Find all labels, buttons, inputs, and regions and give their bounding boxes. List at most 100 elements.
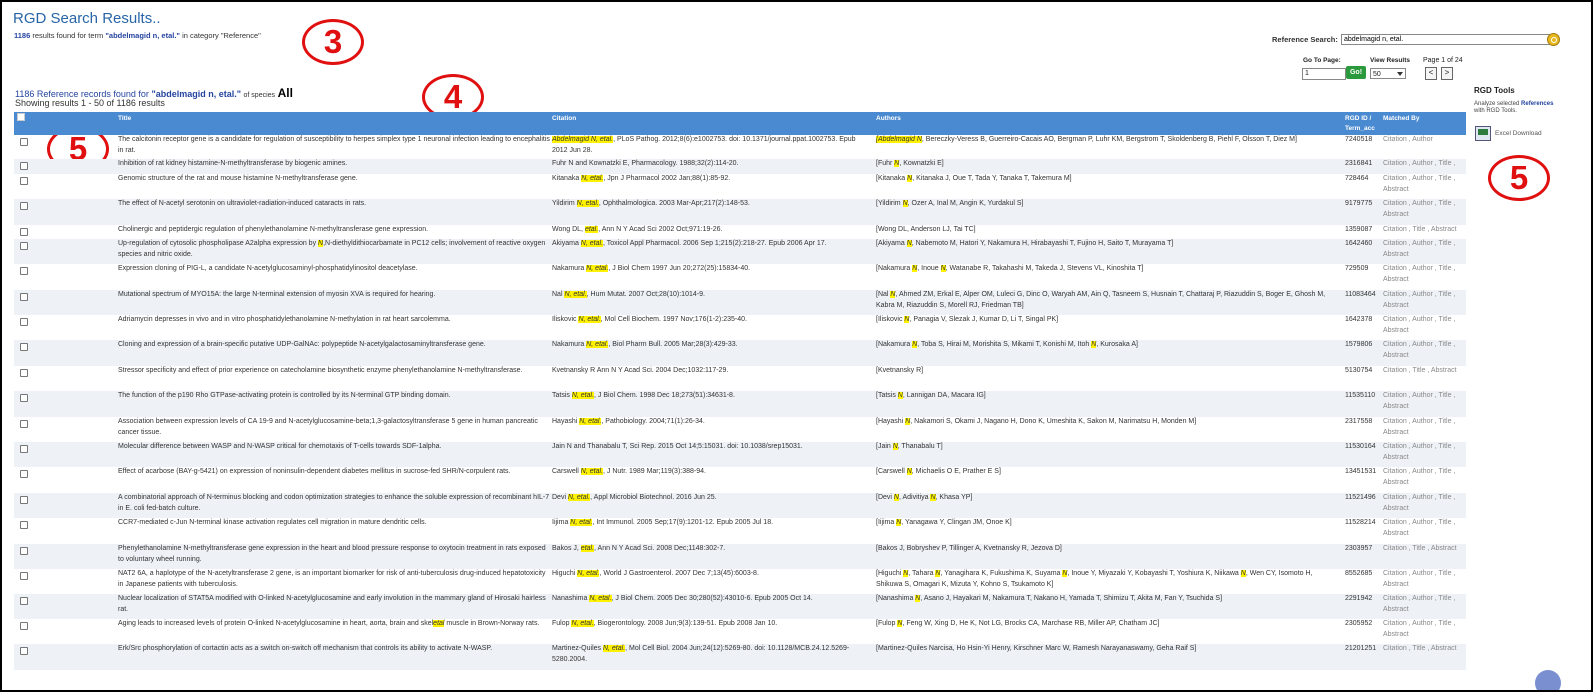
column-matched-by[interactable]: Matched By — [1383, 115, 1419, 122]
reference-title-link[interactable]: Genomic structure of the rat and mouse h… — [118, 174, 550, 185]
reference-title-link[interactable]: Molecular difference between WASP and N-… — [118, 442, 550, 453]
reference-authors: [Iijima N, Yanagawa Y, Clingan JM, Onoe … — [876, 519, 1012, 526]
matched-by: Citation , Author , Title , Abstract — [1383, 468, 1456, 486]
reference-citation: Akiyama N, etal., Toxicol Appl Pharmacol… — [552, 240, 827, 247]
rgd-id-link[interactable]: 11521496 — [1345, 493, 1383, 504]
search-highlight: N — [912, 341, 918, 348]
prev-page-button[interactable]: < — [1425, 67, 1437, 80]
reference-title-link[interactable]: The function of the p190 Rho GTPase-acti… — [118, 391, 550, 402]
search-highlight: N — [894, 160, 900, 167]
goto-page-input[interactable]: 1 — [1302, 68, 1346, 80]
column-rgd-id[interactable]: RGD ID / — [1345, 115, 1371, 122]
reference-authors: [Devi N, Adivitiya N, Khasa YP] — [876, 494, 973, 501]
callout-badge: 5 — [1488, 155, 1550, 201]
select-all-checkbox[interactable] — [17, 113, 25, 121]
rgd-id-link[interactable]: 728464 — [1345, 174, 1383, 185]
column-title[interactable]: Title — [118, 115, 131, 122]
reference-title-link[interactable]: Mutational spectrum of MYO15A: the large… — [118, 290, 550, 301]
matched-by: Citation , Title , Abstract — [1383, 645, 1457, 652]
rgd-id-link[interactable]: 729509 — [1345, 264, 1383, 275]
reference-citation: Yildirim N, etal., Ophthalmologica. 2003… — [552, 200, 750, 207]
row-checkbox[interactable] — [20, 647, 28, 655]
view-results-value: 50 — [1373, 71, 1381, 78]
row-checkbox[interactable] — [20, 597, 28, 605]
search-highlight: N — [906, 468, 912, 475]
reference-title-link[interactable]: A combinatorial approach of N-terminus b… — [118, 493, 550, 514]
row-checkbox[interactable] — [20, 445, 28, 453]
rgd-id-link[interactable]: 13451531 — [1345, 467, 1383, 478]
row-checkbox[interactable] — [20, 267, 28, 275]
rgd-id-link[interactable]: 11528214 — [1345, 518, 1383, 529]
reference-title-link[interactable]: Effect of acarbose (BAY-g-5421) on expre… — [118, 467, 550, 478]
rgd-id-link[interactable]: 11535110 — [1345, 391, 1383, 402]
rgd-id-link[interactable]: 5130754 — [1345, 366, 1383, 377]
column-authors[interactable]: Authors — [876, 115, 901, 122]
reference-title-link[interactable]: Cloning and expression of a brain-specif… — [118, 340, 550, 351]
reference-title-link[interactable]: Inhibition of rat kidney histamine-N-met… — [118, 159, 550, 170]
row-checkbox[interactable] — [20, 318, 28, 326]
row-checkbox[interactable] — [20, 420, 28, 428]
row-checkbox[interactable] — [20, 202, 28, 210]
reference-title-link[interactable]: Adriamycin depresses in vivo and in vitr… — [118, 315, 550, 326]
go-button[interactable]: Go! — [1346, 66, 1366, 79]
reference-title-link[interactable]: CCR7-mediated c-Jun N-terminal kinase ac… — [118, 518, 550, 529]
row-checkbox[interactable] — [20, 470, 28, 478]
rgd-id-link[interactable]: 1642460 — [1345, 239, 1383, 250]
table-row: Phenylethanolamine N-methyltransferase g… — [14, 544, 1466, 569]
reference-title-link[interactable]: Cholinergic and peptidergic regulation o… — [118, 225, 550, 236]
rgd-id-link[interactable]: 2316841 — [1345, 159, 1383, 170]
search-icon[interactable] — [1547, 33, 1560, 46]
chat-help-icon[interactable] — [1535, 670, 1561, 690]
references-link[interactable]: References — [1521, 101, 1553, 107]
reference-title-link[interactable]: Phenylethanolamine N-methyltransferase g… — [118, 544, 550, 565]
rgd-id-link[interactable]: 1359087 — [1345, 225, 1383, 236]
rgd-id-link[interactable]: 2317558 — [1345, 417, 1383, 428]
rgd-id-link[interactable]: 21201251 — [1345, 644, 1383, 655]
search-highlight: N, etal. — [581, 175, 604, 182]
search-highlight: N, etal. — [570, 519, 593, 526]
row-checkbox[interactable] — [20, 138, 28, 146]
rgd-id-link[interactable]: 9179775 — [1345, 199, 1383, 210]
column-citation[interactable]: Citation — [552, 115, 576, 122]
row-checkbox[interactable] — [20, 496, 28, 504]
next-page-button[interactable]: > — [1441, 67, 1453, 80]
row-checkbox[interactable] — [20, 162, 28, 170]
reference-title-link[interactable]: Up-regulation of cytosolic phospholipase… — [118, 239, 550, 260]
row-checkbox[interactable] — [20, 369, 28, 377]
reference-title-link[interactable]: Stressor specificity and effect of prior… — [118, 366, 550, 377]
rgd-id-link[interactable]: 11083464 — [1345, 290, 1383, 301]
page-indicator: Page 1 of 24 — [1423, 57, 1463, 64]
reference-title-link[interactable]: The effect of N-acetyl serotonin on ultr… — [118, 199, 550, 210]
row-checkbox[interactable] — [20, 177, 28, 185]
row-checkbox[interactable] — [20, 293, 28, 301]
reference-search-input[interactable]: abdelmagid n, etal. — [1341, 34, 1553, 45]
rgd-id-link[interactable]: 2291942 — [1345, 594, 1383, 605]
excel-download-icon[interactable] — [1475, 126, 1491, 141]
reference-title-link[interactable]: Expression cloning of PIG-L, a candidate… — [118, 264, 550, 275]
row-checkbox[interactable] — [20, 521, 28, 529]
search-term: "abdelmagid n, etal." — [105, 31, 180, 40]
rgd-id-link[interactable]: 1642378 — [1345, 315, 1383, 326]
rgd-id-link[interactable]: 2305952 — [1345, 619, 1383, 630]
rgd-id-link[interactable]: 1579806 — [1345, 340, 1383, 351]
excel-download-link[interactable]: Excel Download — [1495, 130, 1542, 137]
reference-title-link[interactable]: NAT2 6A, a haplotype of the N-acetyltran… — [118, 569, 550, 590]
rgd-id-link[interactable]: 8552685 — [1345, 569, 1383, 580]
view-results-select[interactable]: 50 — [1370, 68, 1406, 79]
row-checkbox[interactable] — [20, 228, 28, 236]
row-checkbox[interactable] — [20, 242, 28, 250]
matched-by: Citation , Title , Abstract — [1383, 226, 1457, 233]
row-checkbox[interactable] — [20, 572, 28, 580]
rgd-id-link[interactable]: 11530164 — [1345, 442, 1383, 453]
reference-title-link[interactable]: Aging leads to increased levels of prote… — [118, 619, 550, 630]
row-checkbox[interactable] — [20, 343, 28, 351]
reference-title-link[interactable]: Erk/Src phosphorylation of cortactin act… — [118, 644, 550, 655]
row-checkbox[interactable] — [20, 394, 28, 402]
reference-title-link[interactable]: Association between expression levels of… — [118, 417, 550, 438]
rgd-id-link[interactable]: 2303957 — [1345, 544, 1383, 555]
reference-title-link[interactable]: Nuclear localization of STAT5A modified … — [118, 594, 550, 615]
reference-title-link[interactable]: The calcitonin receptor gene is a candid… — [118, 135, 550, 156]
rgd-id-link[interactable]: 7240518 — [1345, 135, 1383, 146]
row-checkbox[interactable] — [20, 547, 28, 555]
row-checkbox[interactable] — [20, 622, 28, 630]
